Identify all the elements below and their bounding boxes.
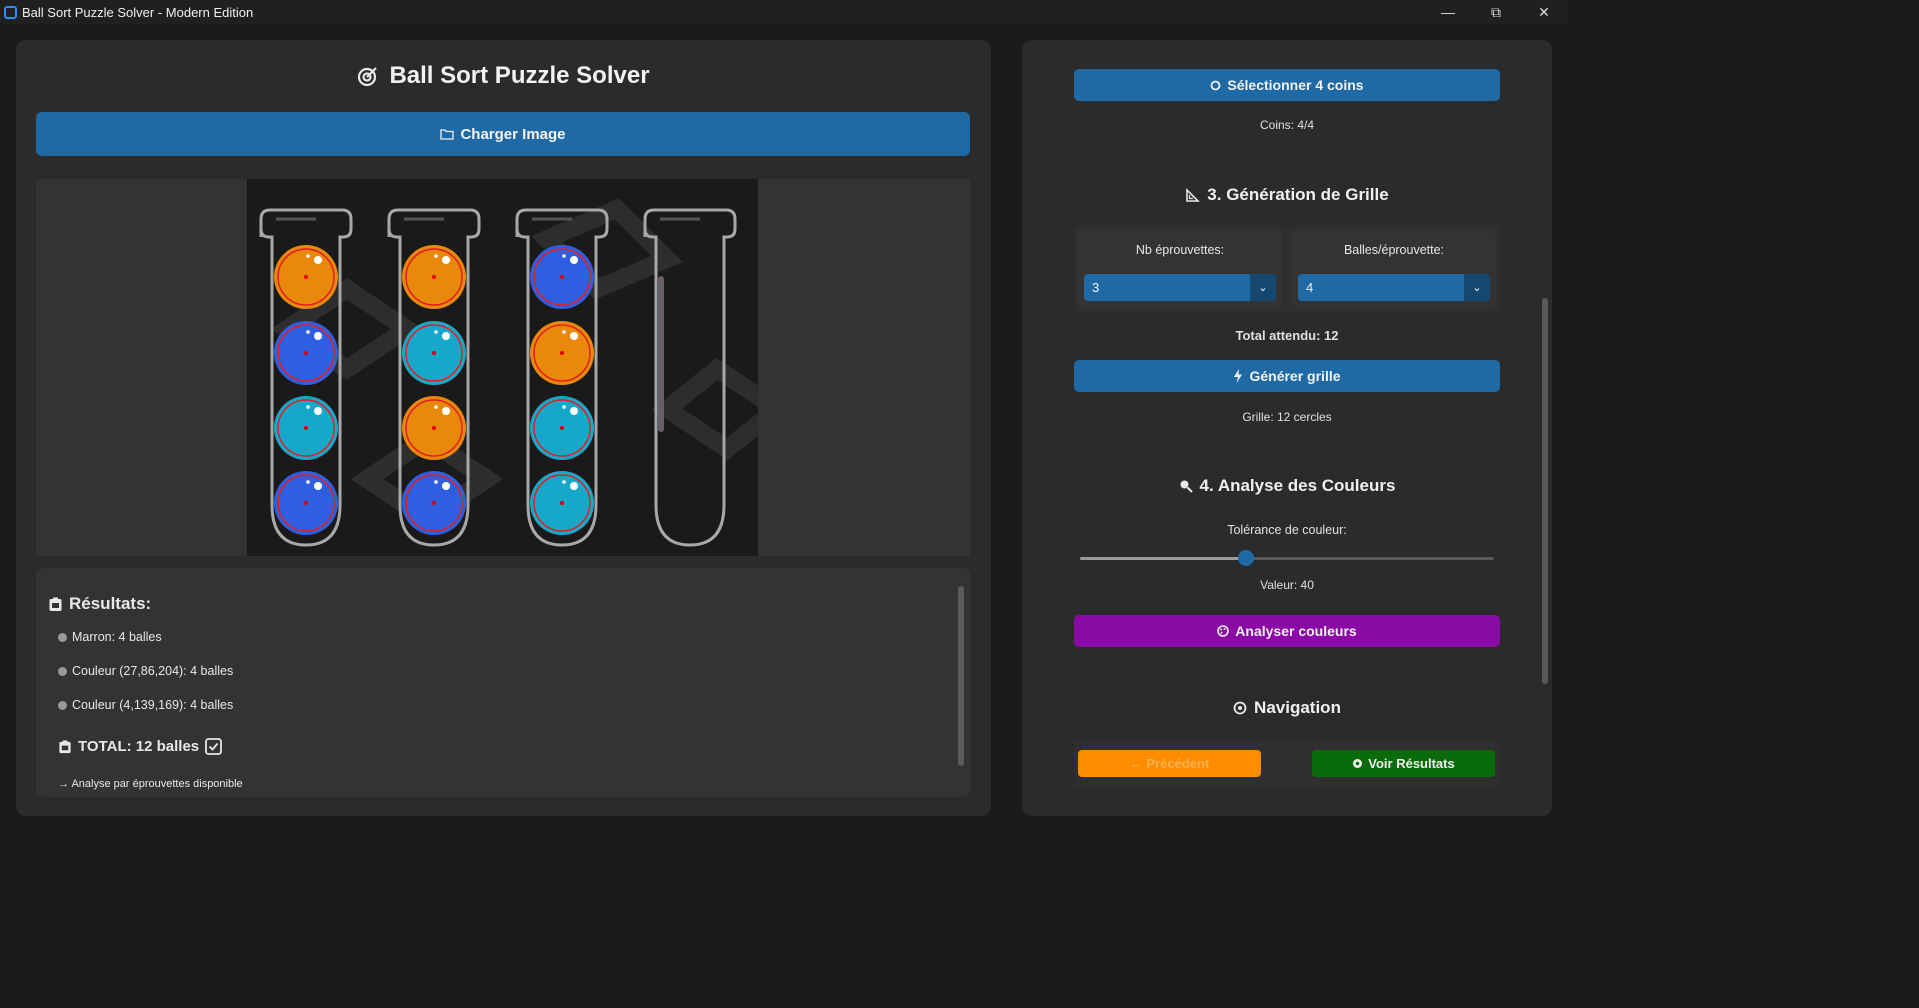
select-corners-label: Sélectionner 4 coins [1227,77,1364,93]
view-results-label: Voir Résultats [1368,756,1455,771]
result-line: Couleur (4,139,169): 4 balles [58,698,233,712]
close-button[interactable]: ✕ [1520,0,1568,24]
target-icon [358,67,378,87]
balls-select[interactable]: 4 ⌄ [1298,274,1490,301]
ball [530,471,594,535]
circle-icon [58,632,67,642]
analyze-colors-button[interactable]: Analyser couleurs [1074,615,1500,647]
navigation-heading: Navigation [1074,698,1500,718]
generate-grid-button[interactable]: Générer grille [1074,360,1500,392]
puzzle-drawing [259,198,758,547]
ball [274,471,338,535]
analyze-colors-label: Analyser couleurs [1235,623,1357,639]
navigation-bar: ← Précédent Voir Résultats [1074,740,1500,788]
load-image-label: Charger Image [460,125,566,143]
chevron-down-icon[interactable]: ⌄ [1464,274,1490,301]
grid-settings: Nb éprouvettes: 3 ⌄ Balles/éprouvette: 4… [1074,226,1500,312]
results-heading: Résultats: [48,594,151,614]
eye-icon [1353,759,1363,768]
tolerance-label: Tolérance de couleur: [1227,523,1347,537]
previous-label: ← Précédent [1129,756,1210,771]
result-text: Couleur (27,86,204): 4 balles [72,664,234,678]
palette-icon [1217,625,1230,637]
minimize-button[interactable]: — [1424,0,1472,24]
load-image-button[interactable]: Charger Image [36,112,970,156]
select-corners-button[interactable]: Sélectionner 4 coins [1074,69,1500,101]
circle-outline-icon [1211,80,1221,90]
view-results-button[interactable]: Voir Résultats [1312,750,1495,777]
tubes-label: Nb éprouvettes: [1135,243,1225,257]
ball [274,396,338,460]
results-total: TOTAL: 12 balles [58,738,223,755]
chevron-down-icon[interactable]: ⌄ [1250,274,1276,301]
results-box: Résultats: Marron: 4 balles Couleur (27,… [36,568,970,797]
result-text: Marron: 4 balles [72,630,162,644]
control-panel: Sélectionner 4 coins Coins: 4/4 3. Génér… [1022,40,1552,816]
results-title: Résultats: [69,594,152,613]
app-title: Ball Sort Puzzle Solver [16,62,991,90]
ball [530,245,594,309]
ball [274,245,338,309]
panel-scrollbar[interactable] [1542,298,1548,684]
title-bar: Ball Sort Puzzle Solver - Modern Edition… [0,0,1568,24]
clipboard-icon [59,739,71,753]
tubes-setting: Nb éprouvettes: 3 ⌄ [1078,230,1282,308]
grid-heading: 3. Génération de Grille [1074,185,1500,205]
result-text: Couleur (4,139,169): 4 balles [72,698,234,712]
tube[interactable] [515,208,609,547]
window-controls: — ⧉ ✕ [1424,0,1568,24]
tubes-value: 3 [1092,280,1100,295]
tolerance-slider[interactable] [1080,550,1494,566]
results-scrollbar[interactable] [958,586,964,766]
colors-heading: 4. Analyse des Couleurs [1074,476,1500,496]
app-title-text: Ball Sort Puzzle Solver [389,62,650,89]
result-line: Marron: 4 balles [58,630,162,644]
balls-setting: Balles/éprouvette: 4 ⌄ [1292,230,1496,308]
puzzle-image[interactable] [247,179,758,556]
clipboard-icon [49,597,62,611]
balls-value: 4 [1306,280,1314,295]
tolerance-value: Valeur: 40 [1260,578,1314,592]
grid-heading-text: 3. Génération de Grille [1207,185,1389,204]
total-text: TOTAL: 12 balles [78,738,200,755]
checkbox-icon [205,738,223,755]
window-title: Ball Sort Puzzle Solver - Modern Edition [22,4,254,20]
balls-label: Balles/éprouvette: [1343,243,1445,257]
ball [402,471,466,535]
slider-handle[interactable] [1237,550,1254,566]
generate-grid-label: Générer grille [1249,368,1341,384]
folder-icon [440,129,455,140]
circle-icon [58,700,67,710]
restore-button[interactable]: ⧉ [1472,0,1520,24]
previous-button[interactable]: ← Précédent [1078,750,1261,777]
ball [530,321,594,385]
grid-status: Grille: 12 cercles [1242,410,1332,424]
compass-icon [1233,701,1247,715]
image-canvas[interactable] [36,179,970,556]
tubes-select[interactable]: 3 ⌄ [1084,274,1276,301]
ruler-icon [1186,187,1201,202]
ball [530,396,594,460]
result-line: Couleur (27,86,204): 4 balles [58,664,233,678]
ball [402,321,466,385]
total-expected: Total attendu: 12 [1235,328,1339,343]
slider-fill [1080,557,1246,560]
ball [274,321,338,385]
colors-heading-text: 4. Analyse des Couleurs [1199,476,1396,495]
corners-status: Coins: 4/4 [1259,118,1315,132]
circle-icon [58,666,67,676]
navigation-heading-text: Navigation [1254,698,1341,717]
results-footer: → Analyse par éprouvettes disponible [58,778,243,790]
ball [402,396,466,460]
lightning-icon [1234,369,1243,383]
app-icon [4,5,17,19]
tube[interactable] [259,208,353,547]
ball [402,245,466,309]
main-panel: Ball Sort Puzzle Solver Charger Image Ré… [16,40,991,816]
magnifier-icon [1180,480,1193,493]
